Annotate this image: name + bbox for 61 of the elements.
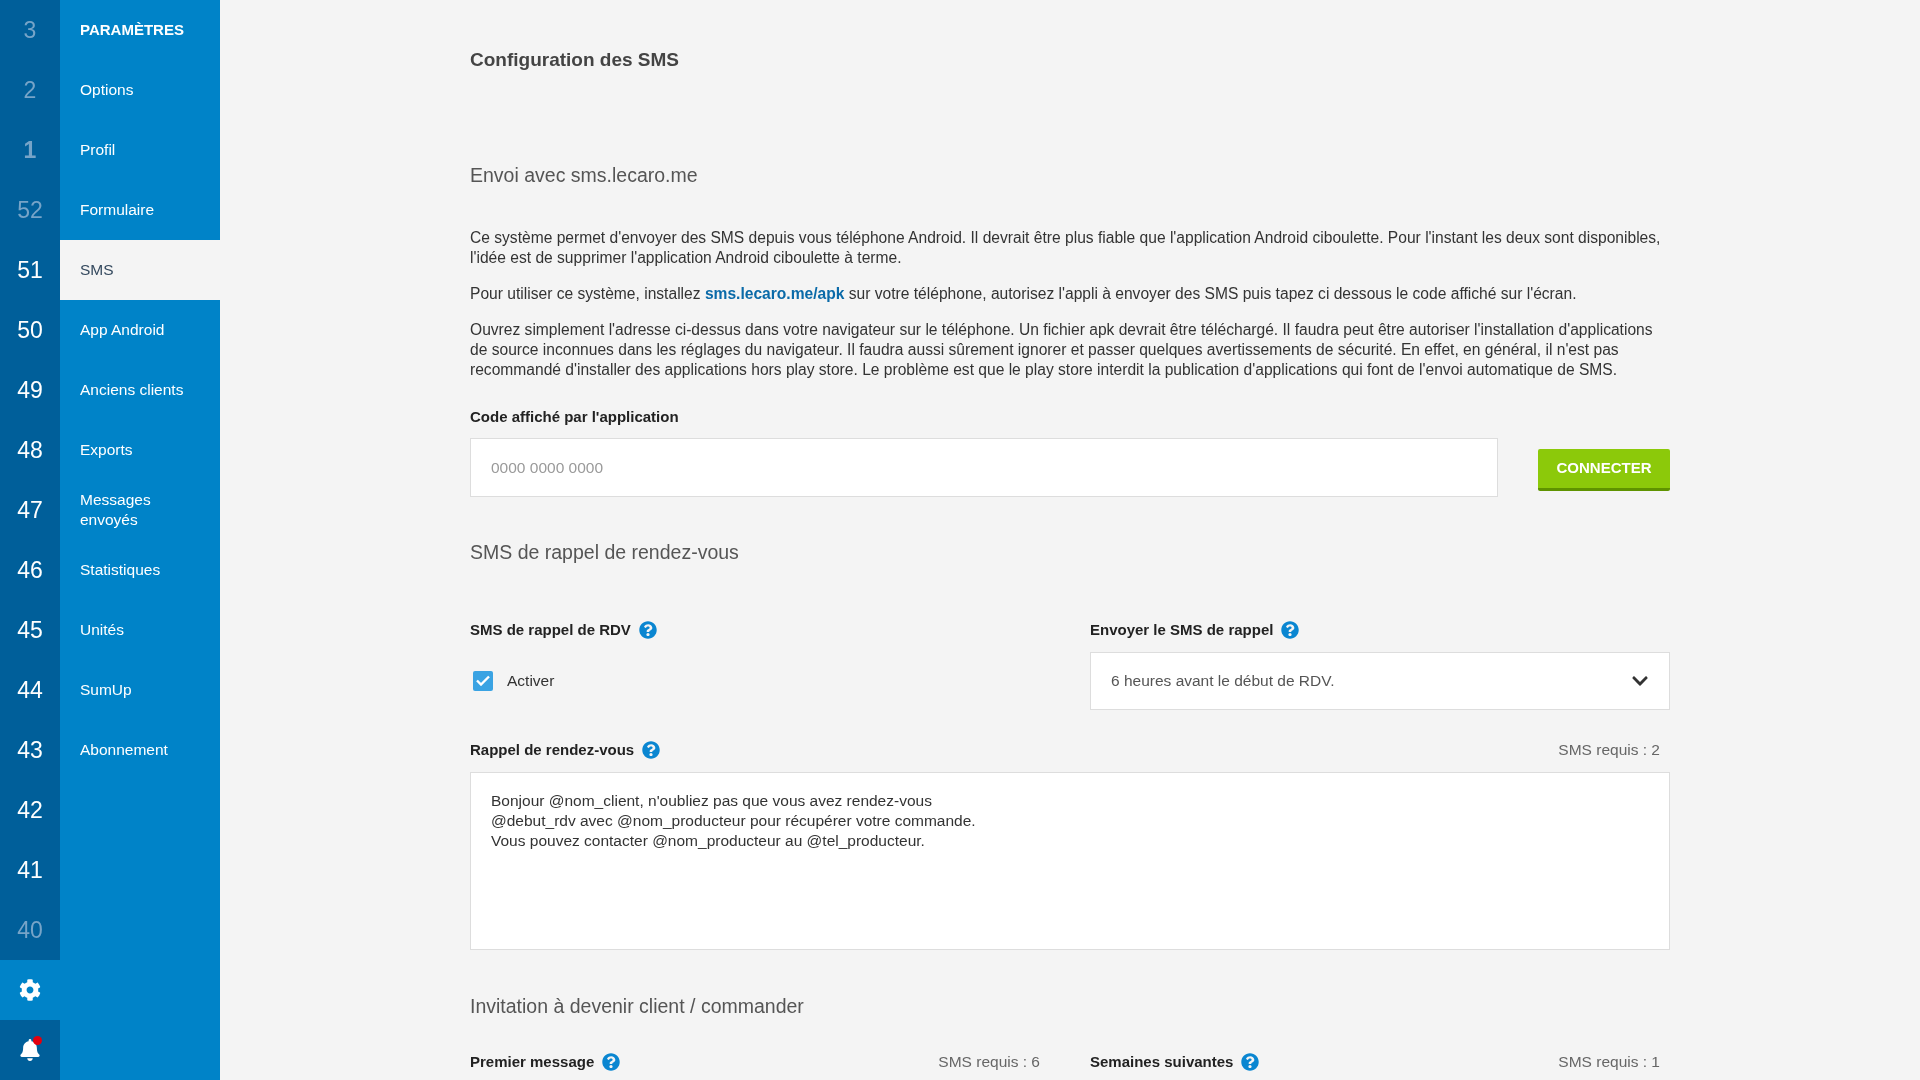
description-text: Pour utiliser ce système, installez sms.lecaro.me/apk sur votre téléphone, autorisez l'appli à envoyer des SMS puis tapez ci dessous le code affiché sur l'écran. <box>470 284 1578 304</box>
reminder-time-select[interactable]: 6 heures avant le début de RDV. <box>1090 652 1670 710</box>
message-textarea[interactable]: Bonjour @nom_client, n'oubliez pas que vous avez rendez-vous @debut_rdv avec @nom_producteur pour récupérer votre commande. Vous pouvez contacter @nom_producteur au @tel_producteur. <box>470 772 1670 950</box>
checkbox[interactable] <box>473 670 493 691</box>
code-input[interactable]: 0000 0000 0000 <box>470 438 1498 497</box>
nav-item[interactable]: App Android <box>60 300 220 360</box>
nav-item[interactable]: Abonnement <box>60 720 220 780</box>
week-number[interactable]: 47 <box>17 492 43 528</box>
nav-item[interactable]: Options <box>60 60 220 120</box>
check-icon <box>476 675 490 687</box>
page-title: Configuration des SMS <box>470 49 680 71</box>
week-number[interactable]: 2 <box>23 72 37 108</box>
apk-link[interactable]: sms.lecaro.me/apk <box>704 285 845 302</box>
week-number[interactable]: 44 <box>17 672 43 708</box>
bell-icon <box>19 1039 41 1061</box>
nav-item[interactable]: Statistiques <box>60 540 220 600</box>
help-icon[interactable] <box>1241 1053 1260 1071</box>
nav-item[interactable]: SumUp <box>60 660 220 720</box>
help-icon[interactable] <box>642 741 661 759</box>
section-heading: SMS de rappel de rendez-vous <box>470 540 740 564</box>
week-number[interactable]: 49 <box>17 372 43 408</box>
nav-item[interactable]: Messages envoyés <box>60 480 220 540</box>
checkbox-label: Activer <box>507 671 555 691</box>
week-number[interactable]: 40 <box>17 912 43 948</box>
section-heading: Invitation à devenir client / commander <box>470 994 805 1018</box>
help-icon[interactable] <box>638 621 657 639</box>
week-number[interactable]: 42 <box>17 792 43 828</box>
help-icon[interactable] <box>1281 621 1300 639</box>
help-icon[interactable] <box>602 1053 621 1071</box>
week-number[interactable]: 3 <box>23 12 37 48</box>
nav-item[interactable]: Anciens clients <box>60 360 220 420</box>
nav-item[interactable]: Formulaire <box>60 180 220 240</box>
settings-icon <box>19 979 41 1001</box>
field-label: Envoyer le SMS de rappel <box>1090 619 1274 640</box>
week-number[interactable]: 52 <box>17 192 43 228</box>
week-number[interactable]: 48 <box>17 432 43 468</box>
nav-item[interactable]: Unités <box>60 600 220 660</box>
nav-title: PARAMÈTRES <box>80 19 184 40</box>
nav-item[interactable]: SMS <box>60 240 220 300</box>
week-number[interactable]: 1 <box>23 132 37 168</box>
settings-button[interactable] <box>0 960 60 1020</box>
sms-count: SMS requis : 2 <box>1558 740 1660 761</box>
week-number[interactable]: 41 <box>17 852 43 888</box>
section-heading: Envoi avec sms.lecaro.me <box>470 163 699 187</box>
nav-item[interactable]: Profil <box>60 120 220 180</box>
description-text: Ouvrez simplement l'adresse ci-dessus dans votre navigateur sur le téléphone. Un fichier apk devrait être téléchargé. Il faudra peut être autoriser l'installation d'applications de source inconnues dans les réglages du navigateur. Il faudra aussi sûrement ignorer et passer quelques avertissements de sécurité. En effet, en général, il n'est pas recommandé d'installer des applications hors play store. Le problème est que le play store interdit la publication d'applications qui font de l'envoi automatique de SMS. <box>470 320 1654 380</box>
select-value: 6 heures avant le début de RDV. <box>1111 671 1335 692</box>
sms-count: SMS requis : 1 <box>1558 1052 1660 1073</box>
week-number[interactable]: 43 <box>17 732 43 768</box>
field-label: Rappel de rendez-vous <box>470 739 635 760</box>
week-number[interactable]: 45 <box>17 612 43 648</box>
field-label: SMS de rappel de RDV <box>470 619 631 640</box>
description-text: Ce système permet d'envoyer des SMS depuis vous téléphone Android. Il devrait être plus fiable que l'application Android ciboulette. Pour l'instant les deux sont disponibles, l'idée est de supprimer l'application Android ciboulette à terme. <box>470 228 1662 268</box>
field-label: Semaines suivantes <box>1090 1051 1234 1072</box>
sms-count: SMS requis : 6 <box>938 1052 1040 1073</box>
nav-item[interactable]: Exports <box>60 420 220 480</box>
field-label: Code affiché par l'application <box>470 407 680 427</box>
week-number[interactable]: 46 <box>17 552 43 588</box>
week-number[interactable]: 50 <box>17 312 43 348</box>
field-label: Premier message <box>470 1051 595 1072</box>
week-number[interactable]: 51 <box>17 252 43 288</box>
